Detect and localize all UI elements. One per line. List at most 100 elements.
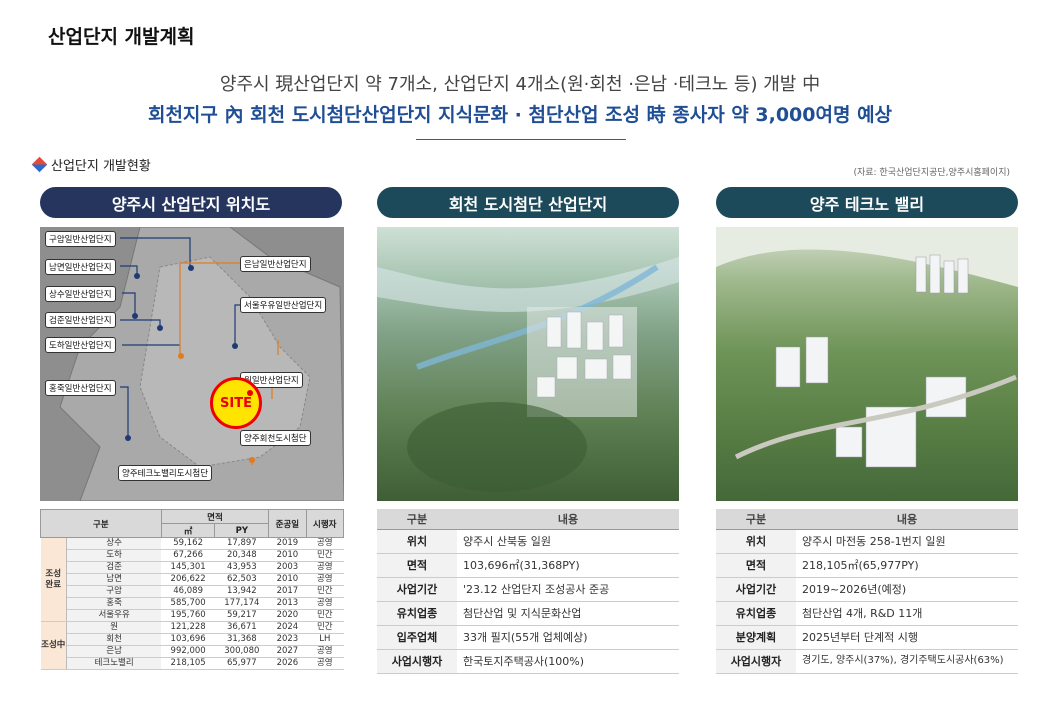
cell-py: 17,897 — [214, 537, 269, 550]
map-dot-site — [247, 390, 253, 396]
row-key: 유치업종 — [377, 601, 457, 626]
row-value: 한국토지주택공사(100%) — [457, 649, 679, 674]
row-key: 사업시행자 — [377, 649, 457, 674]
cell-done: 2010 — [268, 573, 307, 586]
cell-exec: 공영 — [306, 537, 344, 550]
cell-exec: 공영 — [306, 573, 344, 586]
row-value: 33개 필지(55개 업체예상) — [457, 625, 679, 650]
panel-header-techno: 양주 테크노 밸리 — [716, 187, 1018, 218]
cell-py: 31,368 — [214, 633, 269, 646]
map-dot — [178, 353, 184, 359]
cell-py: 59,217 — [214, 609, 269, 622]
table-row: 테크노밸리 218,105 65,977 2026 공영 — [41, 657, 344, 670]
table-row: 도하 67,266 20,348 2010 민간 — [41, 549, 344, 562]
cell-m2: 103,696 — [161, 633, 215, 646]
cell-m2: 145,301 — [161, 561, 215, 574]
panel-header-hoecheon: 회천 도시첨단 산업단지 — [377, 187, 679, 218]
th-exec: 시행자 — [305, 509, 345, 538]
cell-exec: LH — [306, 633, 344, 646]
row-value: 218,105㎡(65,977PY) — [796, 553, 1018, 578]
cell-py: 20,348 — [214, 549, 269, 562]
row-key: 사업기간 — [716, 577, 796, 602]
hoecheon-aerial-image — [377, 227, 679, 501]
cell-m2: 206,622 — [161, 573, 215, 586]
map-label-seoulmilk: 서울우유일반산업단지 — [240, 297, 327, 313]
row-key: 사업시행자 — [716, 649, 796, 674]
cell-m2: 46,089 — [161, 585, 215, 598]
diamond-bullet-icon — [31, 156, 48, 173]
page-title: 산업단지 개발계획 — [48, 26, 195, 48]
table-row: 유치업종 첨단산업 4개, R&D 11개 — [716, 601, 1018, 626]
row-key: 면적 — [716, 553, 796, 578]
cell-done: 2017 — [268, 585, 307, 598]
cell-exec: 민간 — [306, 621, 344, 634]
cell-done: 2019 — [268, 537, 307, 550]
hoecheon-info-table: 구분 내용 위치 양주시 산북동 일원 면적 103,696㎡(31,368PY) 사업… — [377, 509, 679, 674]
cell-py: 43,953 — [214, 561, 269, 574]
table-row: 조성中 원 121,228 36,671 2024 민간 — [40, 621, 344, 670]
cell-m2: 59,162 — [161, 537, 215, 550]
subtitle-overview: 양주시 現산업단지 약 7개소, 산업단지 4개소(원·회천 ·은남 ·테크노 … — [219, 74, 821, 95]
map-dot — [232, 343, 238, 349]
cell-m2: 992,000 — [161, 645, 215, 658]
table-row: 면적 218,105㎡(65,977PY) — [716, 553, 1018, 578]
row-value: 양주시 산북동 일원 — [457, 529, 679, 554]
table-row: 분양계획 2025년부터 단계적 시행 — [716, 625, 1018, 650]
th-gubun: 구분 — [716, 509, 796, 530]
row-value: 103,696㎡(31,368PY) — [457, 553, 679, 578]
hoecheon-rendering — [377, 257, 679, 492]
cell-py: 36,671 — [214, 621, 269, 634]
cell-done: 2026 — [268, 657, 307, 670]
cell-m2: 218,105 — [161, 657, 215, 670]
row-value: 양주시 마전동 258-1번지 일원 — [796, 529, 1018, 554]
map-dot — [249, 457, 255, 463]
table-row: 서울우유 195,760 59,217 2020 민간 — [41, 609, 344, 622]
table-row: 유치업종 첨단산업 및 지식문화산업 — [377, 601, 679, 626]
cell-name: 남면 — [66, 573, 162, 586]
divider — [416, 139, 626, 140]
th-area: 면적 — [160, 509, 270, 524]
map-label-hongjuk: 홍죽일반산업단지 — [45, 380, 116, 396]
panel-header-map: 양주시 산업단지 위치도 — [40, 187, 342, 218]
map-dot — [157, 325, 163, 331]
cell-done: 2024 — [268, 621, 307, 634]
table-row: 검준 145,301 43,953 2003 공영 — [41, 561, 344, 574]
site-marker: SITE — [210, 377, 262, 429]
row-value: 첨단산업 및 지식문화산업 — [457, 601, 679, 626]
row-key: 면적 — [377, 553, 457, 578]
map-label-nammyeon: 남면일반산업단지 — [45, 259, 116, 275]
cell-exec: 공영 — [306, 657, 344, 670]
table-row: 은남 992,000 300,080 2027 공영 — [41, 645, 344, 658]
map-dot — [132, 313, 138, 319]
row-value: '23.12 산업단지 조성공사 준공 — [457, 577, 679, 602]
cell-done: 2010 — [268, 549, 307, 562]
row-key: 유치업종 — [716, 601, 796, 626]
table-row: 위치 양주시 산북동 일원 — [377, 529, 679, 554]
cell-exec: 민간 — [306, 609, 344, 622]
map-dot — [134, 273, 140, 279]
table-row: 사업기간 '23.12 산업단지 조성공사 준공 — [377, 577, 679, 602]
cell-py: 65,977 — [214, 657, 269, 670]
cell-name: 구암 — [66, 585, 162, 598]
cell-exec: 공영 — [306, 645, 344, 658]
row-key: 입주업체 — [377, 625, 457, 650]
th-content: 내용 — [457, 509, 679, 530]
section-title: 산업단지 개발현황 — [51, 159, 151, 174]
cell-name: 홍죽 — [66, 597, 162, 610]
section-heading: 산업단지 개발현황 — [31, 155, 151, 174]
subtitle-highlight: 회천지구 內 회천 도시첨단산업단지 지식문화 · 첨단산업 조성 時 종사자 … — [147, 104, 893, 126]
cell-name: 상수 — [66, 537, 162, 550]
row-value: 경기도, 양주시(37%), 경기주택도시공사(63%) — [796, 649, 1018, 674]
cell-done: 2020 — [268, 609, 307, 622]
location-map: 구암일반산업단지 남면일반산업단지 상수일반산업단지 검준일반산업단지 도하일반… — [40, 227, 344, 501]
cell-py: 13,942 — [214, 585, 269, 598]
cell-name: 도하 — [66, 549, 162, 562]
table-row: 사업기간 2019~2026년(예정) — [716, 577, 1018, 602]
row-key: 사업기간 — [377, 577, 457, 602]
map-label-guam: 구암일반산업단지 — [45, 231, 116, 247]
cell-done: 2003 — [268, 561, 307, 574]
table-row: 구암 46,089 13,942 2017 민간 — [41, 585, 344, 598]
table-row: 위치 양주시 마전동 258-1번지 일원 — [716, 529, 1018, 554]
row-key: 위치 — [716, 529, 796, 554]
cell-name: 서울우유 — [66, 609, 162, 622]
